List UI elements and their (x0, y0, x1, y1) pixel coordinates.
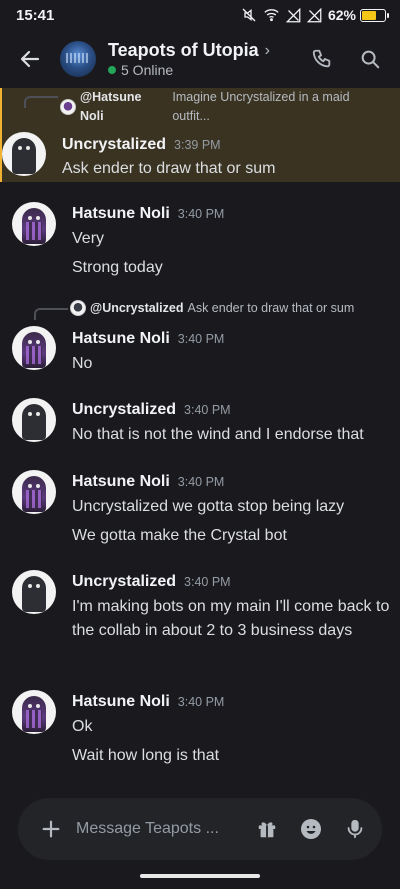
emoji-icon (301, 819, 321, 839)
chevron-right-icon: › (264, 41, 270, 59)
message-author[interactable]: Uncrystalized (62, 136, 166, 154)
message-input[interactable]: Message Teapots ... (76, 820, 254, 838)
message-text: Wait how long is that (72, 747, 220, 764)
channel-header: Teapots of Utopia › 5 Online (0, 30, 400, 88)
message-author[interactable]: Uncrystalized (72, 401, 176, 419)
message-item[interactable]: Uncrystalized 3:40 PM No that is not the… (0, 396, 400, 454)
search-icon (361, 50, 380, 69)
reply-avatar (60, 99, 76, 115)
voice-button[interactable] (342, 816, 368, 842)
signal-icon-2 (306, 7, 322, 22)
message-timestamp: 3:39 PM (174, 138, 221, 152)
message-text: I'm making bots on my main I'll come bac… (72, 598, 390, 639)
message-text: Very (72, 230, 105, 247)
status-bar: 15:41 62% (0, 0, 400, 30)
reply-text: Ask ender to draw that or sum (187, 301, 355, 315)
message-author[interactable]: Hatsune Noli (72, 473, 170, 491)
status-time: 15:41 (16, 6, 55, 24)
reply-author: @Uncrystalized (90, 301, 184, 315)
message-timestamp: 3:40 PM (184, 403, 231, 417)
message-item[interactable]: Hatsune Noli 3:40 PM Uncrystalized we go… (0, 468, 400, 554)
home-indicator[interactable] (140, 874, 260, 878)
microphone-icon (347, 819, 363, 839)
message-timestamp: 3:40 PM (177, 475, 225, 489)
reply-preview[interactable]: @Uncrystalized Ask ender to draw that or… (70, 300, 354, 316)
gift-button[interactable] (254, 816, 280, 842)
search-button[interactable] (350, 39, 390, 79)
message-item[interactable]: Hatsune Noli 3:40 PM Very Strong today (0, 200, 400, 286)
message-timestamp: 3:40 PM (177, 207, 225, 221)
message-text: Strong today (72, 259, 163, 276)
message-timestamp: 3:40 PM (184, 575, 231, 589)
phone-icon (312, 49, 331, 68)
online-indicator (108, 66, 116, 74)
plus-icon (42, 820, 60, 838)
battery: 62% (327, 7, 389, 23)
message-list[interactable]: @Hatsune Noli Imagine Uncrystalized in a… (0, 88, 400, 788)
avatar[interactable] (12, 326, 56, 370)
reply-avatar (70, 300, 86, 316)
message-author[interactable]: Hatsune Noli (72, 205, 170, 223)
call-button[interactable] (302, 39, 342, 79)
arrow-left-icon (20, 50, 40, 68)
message-author[interactable]: Uncrystalized (72, 573, 176, 591)
message-text: No (72, 355, 93, 372)
reply-preview[interactable]: @Hatsune Noli Imagine Uncrystalized in a… (60, 88, 390, 126)
attach-button[interactable] (36, 814, 66, 844)
mute-icon (242, 8, 256, 22)
message-item[interactable]: Hatsune Noli 3:40 PM Ok Wait how long is… (0, 688, 400, 774)
message-text: No that is not the wind and I endorse th… (72, 426, 364, 443)
status-icons: 62% (241, 7, 389, 23)
avatar[interactable] (12, 398, 56, 442)
message-text: Uncrystalized we gotta stop being lazy (72, 498, 345, 515)
message-text: Ask ender to draw that or sum (62, 160, 276, 177)
gift-icon (258, 822, 276, 838)
message-item[interactable]: @Hatsune Noli Imagine Uncrystalized in a… (0, 88, 400, 182)
battery-percent: 62% (327, 7, 356, 23)
message-item[interactable]: @Uncrystalized Ask ender to draw that or… (0, 300, 400, 380)
wifi-icon (264, 9, 279, 22)
message-text: Ok (72, 718, 93, 735)
channel-info[interactable]: Teapots of Utopia › 5 Online (108, 40, 270, 78)
signal-icon (285, 7, 301, 22)
avatar[interactable] (12, 202, 56, 246)
avatar[interactable] (12, 570, 56, 614)
server-avatar[interactable] (60, 41, 96, 77)
message-text: We gotta make the Crystal bot (72, 527, 287, 544)
message-author[interactable]: Hatsune Noli (72, 330, 170, 348)
battery-icon (360, 8, 389, 22)
message-timestamp: 3:40 PM (177, 332, 225, 346)
message-timestamp: 3:40 PM (177, 695, 225, 709)
message-composer: Message Teapots ... (18, 798, 382, 860)
avatar[interactable] (2, 132, 46, 176)
avatar[interactable] (12, 690, 56, 734)
reply-author: @Hatsune Noli (79, 90, 142, 123)
avatar[interactable] (12, 470, 56, 514)
online-count: 5 Online (121, 62, 174, 78)
back-button[interactable] (10, 39, 50, 79)
message-author[interactable]: Hatsune Noli (72, 693, 170, 711)
emoji-button[interactable] (298, 816, 324, 842)
message-item[interactable]: Uncrystalized 3:40 PM I'm making bots on… (0, 568, 400, 674)
reply-text: Imagine Uncrystalized in a maid outfit..… (172, 90, 350, 123)
channel-title: Teapots of Utopia (108, 40, 259, 60)
